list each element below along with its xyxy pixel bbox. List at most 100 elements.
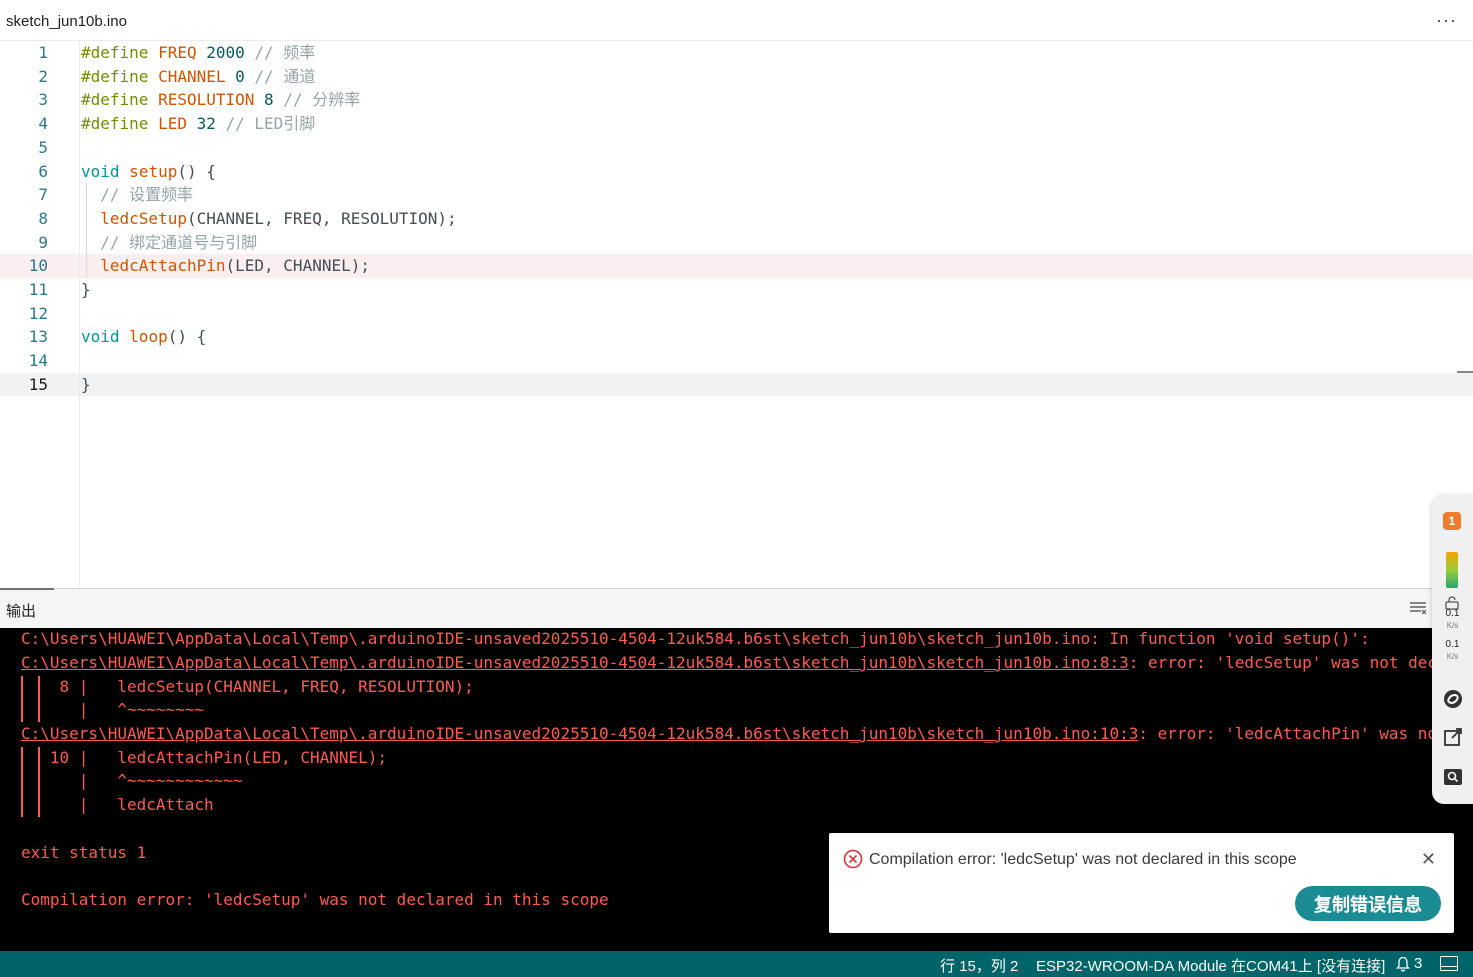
code-token: 0 <box>235 66 245 86</box>
console-line: C:\Users\HUAWEI\AppData\Local\Temp\.ardu… <box>21 652 1473 674</box>
code-token: setup <box>129 161 178 181</box>
file-link[interactable]: C:\Users\HUAWEI\AppData\Local\Temp\.ardu… <box>21 724 1138 743</box>
toggle-panel-icon[interactable] <box>1440 956 1458 971</box>
code-token: // 分辨率 <box>273 90 361 110</box>
board-port-status[interactable]: ESP32-WROOM-DA Module 在COM41上 [没有连接] <box>1036 955 1385 976</box>
console-text: exit status 1 <box>21 843 147 862</box>
code-text[interactable]: // 设置频率 <box>81 183 193 207</box>
bell-icon[interactable] <box>1396 956 1410 972</box>
line-number: 1 <box>38 43 48 62</box>
code-line[interactable]: 1 #define FREQ 2000 // 频率 <box>0 41 1473 65</box>
console-text: | ^~~~~~~~~ <box>21 700 205 719</box>
console-text: : error: 'ledcAttachPin' was not declare… <box>1138 724 1473 743</box>
console-line: C:\Users\HUAWEI\AppData\Local\Temp\.ardu… <box>21 628 1370 650</box>
code-line[interactable]: 2 #define CHANNEL 0 // 通道 <box>0 65 1473 89</box>
code-token: // 设置频率 <box>81 185 194 205</box>
code-token: () { <box>167 327 207 347</box>
notification-message: Compilation error: 'ledcSetup' was not d… <box>869 851 1297 868</box>
swirl-app-icon[interactable] <box>1442 688 1464 710</box>
console-text: | ledcAttach <box>21 795 214 814</box>
code-line[interactable]: 3 #define RESOLUTION 8 // 分辨率 <box>0 88 1473 112</box>
clear-output-icon[interactable] <box>1409 601 1427 615</box>
code-editor[interactable]: 1 #define FREQ 2000 // 频率 2 #define CHANNEL… <box>0 41 1473 588</box>
code-line[interactable]: 13 void loop() { <box>0 325 1473 349</box>
code-line[interactable]: 15} <box>0 372 1473 397</box>
cursor-position[interactable]: 行 15，列 2 <box>940 955 1018 976</box>
code-text[interactable]: // 绑定通道号与引脚 <box>81 231 257 255</box>
copy-error-button[interactable]: 复制错误信息 <box>1295 886 1441 921</box>
console-line: | ^~~~~~~~~ <box>21 699 204 721</box>
code-token: void <box>81 161 120 181</box>
code-token: #define <box>81 90 159 110</box>
tab-sketch[interactable]: sketch_jun10b.ino <box>0 0 133 41</box>
line-number: 4 <box>38 114 48 134</box>
code-text[interactable]: void loop() { <box>81 325 206 349</box>
console-text: C:\Users\HUAWEI\AppData\Local\Temp\.ardu… <box>21 629 1370 648</box>
more-actions-icon[interactable]: ··· <box>1436 10 1457 31</box>
code-text[interactable]: #define RESOLUTION 8 // 分辨率 <box>81 88 360 112</box>
code-line[interactable]: 11} <box>0 278 1473 302</box>
code-line[interactable]: 7 // 设置频率 <box>0 183 1473 207</box>
console-line: 10 | ledcAttachPin(LED, CHANNEL); <box>21 747 387 769</box>
console-gutter-bar <box>21 747 23 817</box>
line-number: 15 <box>28 374 48 394</box>
console-text: Compilation error: 'ledcSetup' was not d… <box>21 890 609 909</box>
notification-badge-icon[interactable]: 1 <box>1443 512 1461 530</box>
code-line[interactable]: 12 <box>0 302 1473 326</box>
code-line[interactable]: 10 ledcAttachPin(LED, CHANNEL); <box>0 254 1473 278</box>
code-token: 2000 <box>206 43 245 62</box>
line-number: 8 <box>38 208 48 228</box>
console-gutter-bar <box>21 676 23 722</box>
line-number: 9 <box>38 232 48 252</box>
line-number: 2 <box>38 66 48 86</box>
error-notification: Compilation error: 'ledcSetup' was not d… <box>829 833 1454 933</box>
code-token: () { <box>177 161 216 181</box>
code-token: loop <box>129 327 168 347</box>
file-link[interactable]: C:\Users\HUAWEI\AppData\Local\Temp\.ardu… <box>21 653 1129 672</box>
code-text[interactable]: #define LED 32 // LED引脚 <box>81 112 315 136</box>
usage-gauge-icon <box>1446 552 1458 588</box>
code-token: #define <box>81 114 159 134</box>
scrollbar-marker[interactable] <box>1457 371 1473 373</box>
close-icon[interactable]: ✕ <box>1421 849 1436 870</box>
upload-speed: 0.1 <box>1445 608 1460 619</box>
code-text[interactable]: void setup() { <box>81 160 216 184</box>
code-token: void <box>81 327 120 347</box>
gutter-separator <box>79 41 80 588</box>
code-line[interactable]: 14 <box>0 349 1473 373</box>
code-line[interactable]: 8 ledcSetup(CHANNEL, FREQ, RESOLUTION); <box>0 207 1473 231</box>
console-gutter-bar <box>38 747 40 817</box>
code-token: // LED引脚 <box>215 114 316 134</box>
upload-speed-unit: K/s <box>1446 621 1459 630</box>
code-line[interactable]: 6 void setup() { <box>0 160 1473 184</box>
code-text[interactable]: } <box>81 278 91 302</box>
code-token: FREQ <box>158 43 197 62</box>
editor-tab-bar: sketch_jun10b.ino ··· <box>0 0 1473 41</box>
console-text: 10 | ledcAttachPin(LED, CHANNEL); <box>21 748 388 767</box>
code-text[interactable]: } <box>81 373 91 397</box>
search-icon[interactable] <box>1442 766 1464 788</box>
notification-count[interactable]: 3 <box>1414 955 1422 972</box>
code-token: // 频率 <box>244 43 316 62</box>
code-text[interactable]: #define FREQ 2000 // 频率 <box>81 41 315 65</box>
line-number: 14 <box>28 351 48 371</box>
code-text[interactable]: #define CHANNEL 0 // 通道 <box>81 65 315 89</box>
code-token: // 通道 <box>244 66 316 86</box>
code-text[interactable]: ledcAttachPin(LED, CHANNEL); <box>81 254 370 278</box>
line-number: 12 <box>28 303 48 323</box>
code-line[interactable]: 5 <box>0 136 1473 160</box>
code-token: // 绑定通道号与引脚 <box>81 232 258 252</box>
screenshot-icon[interactable] <box>1442 726 1464 748</box>
console-line: | ledcAttach <box>21 794 214 816</box>
floating-system-widget[interactable]: 1 0.1 K/s 0.1 K/s <box>1432 494 1473 804</box>
indent-guide <box>86 183 87 278</box>
code-line[interactable]: 4 #define LED 32 // LED引脚 <box>0 112 1473 136</box>
code-line[interactable]: 9 // 绑定通道号与引脚 <box>0 231 1473 255</box>
code-text[interactable]: ledcSetup(CHANNEL, FREQ, RESOLUTION); <box>81 207 456 231</box>
tab-label: sketch_jun10b.ino <box>6 13 127 30</box>
